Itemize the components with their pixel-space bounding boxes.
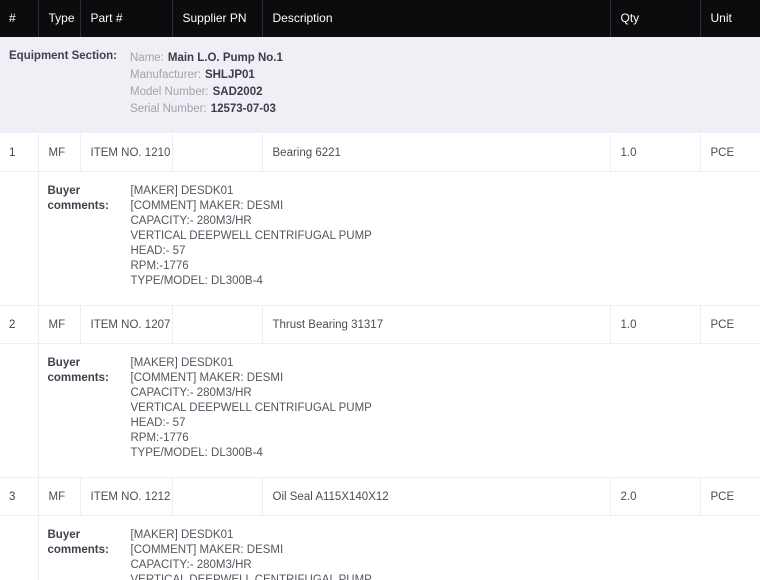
buyer-comments-label: Buyer comments:: [47, 529, 109, 556]
cell-type: MF: [38, 477, 81, 516]
comment-line: HEAD:- 57: [130, 417, 186, 429]
buyer-comments-body: [MAKER] DESDK01 [COMMENT] MAKER: DESMI C…: [131, 184, 372, 289]
equipment-field-manufacturer-label: Manufacturer:: [130, 69, 201, 81]
cell-supplier-pn: [172, 133, 263, 172]
comment-line: [COMMENT] MAKER: DESMI: [130, 372, 284, 384]
buyer-comments-cell: Buyer comments: [MAKER] DESDK01 [COMMENT…: [38, 515, 760, 580]
buyer-comments-body: [MAKER] DESDK01 [COMMENT] MAKER: DESMI C…: [131, 528, 372, 580]
equipment-field-name-label: Name:: [130, 52, 164, 64]
equipment-field-serial-number: Serial Number: 12573-07-03: [130, 101, 283, 118]
equipment-section-row: Equipment Section: Name: Main L.O. Pump N…: [0, 37, 760, 134]
buyer-comments-row: Buyer comments: [MAKER] DESDK01 [COMMENT…: [0, 343, 760, 478]
equipment-field-model-number: Model Number: SAD2002: [130, 84, 283, 101]
comment-line: TYPE/MODEL: DL300B-4: [130, 275, 263, 287]
cell-num: 3: [0, 477, 39, 516]
equipment-field-serial-number-value: 12573-07-03: [210, 103, 276, 115]
comment-line: [COMMENT] MAKER: DESMI: [130, 200, 284, 212]
column-header-qty[interactable]: Qty: [610, 0, 701, 37]
buyer-comments-body: [MAKER] DESDK01 [COMMENT] MAKER: DESMI C…: [131, 356, 372, 461]
buyer-comments-label: Buyer comments:: [47, 357, 109, 384]
equipment-section-fields: Name: Main L.O. Pump No.1 Manufacturer: SH…: [130, 50, 283, 118]
comment-line: RPM:-1776: [130, 260, 189, 272]
equipment-field-manufacturer-value: SHLJP01: [204, 69, 255, 81]
column-header-supplier-pn[interactable]: Supplier PN: [172, 0, 263, 37]
buyer-comments-cell: Buyer comments: [MAKER] DESDK01 [COMMENT…: [38, 171, 760, 306]
cell-supplier-pn: [172, 305, 263, 344]
equipment-section-cell: Equipment Section: Name: Main L.O. Pump N…: [0, 37, 760, 134]
comment-line: CAPACITY:- 280M3/HR: [130, 559, 252, 571]
comment-line: RPM:-1776: [130, 432, 189, 444]
parts-table-container[interactable]: # Type Part # Supplier PN Description Qt…: [0, 0, 760, 580]
cell-description: Oil Seal A115X140X12: [262, 477, 611, 516]
table-row[interactable]: 3 MF ITEM NO. 1212 Oil Seal A115X140X12 …: [0, 477, 760, 516]
cell-type: MF: [38, 305, 81, 344]
cell-part: ITEM NO. 1212: [80, 477, 173, 516]
table-header: # Type Part # Supplier PN Description Qt…: [0, 0, 760, 37]
cell-qty: 2.0: [610, 477, 701, 516]
equipment-section-label: Equipment Section:: [9, 50, 117, 62]
comments-gutter: [0, 171, 39, 306]
column-header-part[interactable]: Part #: [80, 0, 173, 37]
buyer-comments-row: Buyer comments: [MAKER] DESDK01 [COMMENT…: [0, 515, 760, 580]
cell-num: 1: [0, 133, 39, 172]
column-header-num[interactable]: #: [0, 0, 39, 37]
header-row: # Type Part # Supplier PN Description Qt…: [0, 0, 760, 37]
cell-num: 2: [0, 305, 39, 344]
buyer-comments-row: Buyer comments: [MAKER] DESDK01 [COMMENT…: [0, 171, 760, 306]
comment-line: [MAKER] DESDK01: [130, 185, 234, 197]
comment-line: CAPACITY:- 280M3/HR: [130, 215, 252, 227]
comment-line: VERTICAL DEEPWELL CENTRIFUGAL PUMP: [130, 574, 372, 580]
equipment-field-name-value: Main L.O. Pump No.1: [167, 52, 283, 64]
comment-line: [MAKER] DESDK01: [130, 357, 234, 369]
parts-table: # Type Part # Supplier PN Description Qt…: [0, 0, 760, 580]
table-row[interactable]: 1 MF ITEM NO. 1210 Bearing 6221 1.0 PCE: [0, 133, 760, 172]
comments-gutter: [0, 515, 39, 580]
equipment-field-serial-number-label: Serial Number:: [130, 103, 207, 115]
column-header-unit[interactable]: Unit: [700, 0, 760, 37]
table-row[interactable]: 2 MF ITEM NO. 1207 Thrust Bearing 31317 …: [0, 305, 760, 344]
cell-description: Bearing 6221: [262, 133, 611, 172]
cell-part: ITEM NO. 1207: [80, 305, 173, 344]
comment-line: HEAD:- 57: [130, 245, 186, 257]
table-body: Equipment Section: Name: Main L.O. Pump N…: [0, 37, 760, 580]
equipment-field-manufacturer: Manufacturer: SHLJP01: [130, 67, 283, 84]
comment-line: [COMMENT] MAKER: DESMI: [130, 544, 284, 556]
comment-line: CAPACITY:- 280M3/HR: [130, 387, 252, 399]
cell-qty: 1.0: [610, 305, 701, 344]
equipment-field-name: Name: Main L.O. Pump No.1: [130, 50, 283, 67]
comment-line: VERTICAL DEEPWELL CENTRIFUGAL PUMP: [130, 402, 372, 414]
comment-line: [MAKER] DESDK01: [130, 529, 234, 541]
cell-supplier-pn: [172, 477, 263, 516]
comment-line: VERTICAL DEEPWELL CENTRIFUGAL PUMP: [130, 230, 372, 242]
column-header-description[interactable]: Description: [262, 0, 611, 37]
cell-unit: PCE: [700, 477, 760, 516]
cell-unit: PCE: [700, 133, 760, 172]
buyer-comments-label: Buyer comments:: [47, 185, 109, 212]
column-header-type[interactable]: Type: [38, 0, 81, 37]
cell-description: Thrust Bearing 31317: [262, 305, 611, 344]
comment-line: TYPE/MODEL: DL300B-4: [130, 447, 263, 459]
buyer-comments-cell: Buyer comments: [MAKER] DESDK01 [COMMENT…: [38, 343, 760, 478]
cell-part: ITEM NO. 1210: [80, 133, 173, 172]
cell-qty: 1.0: [610, 133, 701, 172]
cell-unit: PCE: [700, 305, 760, 344]
equipment-field-model-number-label: Model Number:: [130, 86, 209, 98]
comments-gutter: [0, 343, 39, 478]
equipment-field-model-number-value: SAD2002: [212, 86, 263, 98]
cell-type: MF: [38, 133, 81, 172]
